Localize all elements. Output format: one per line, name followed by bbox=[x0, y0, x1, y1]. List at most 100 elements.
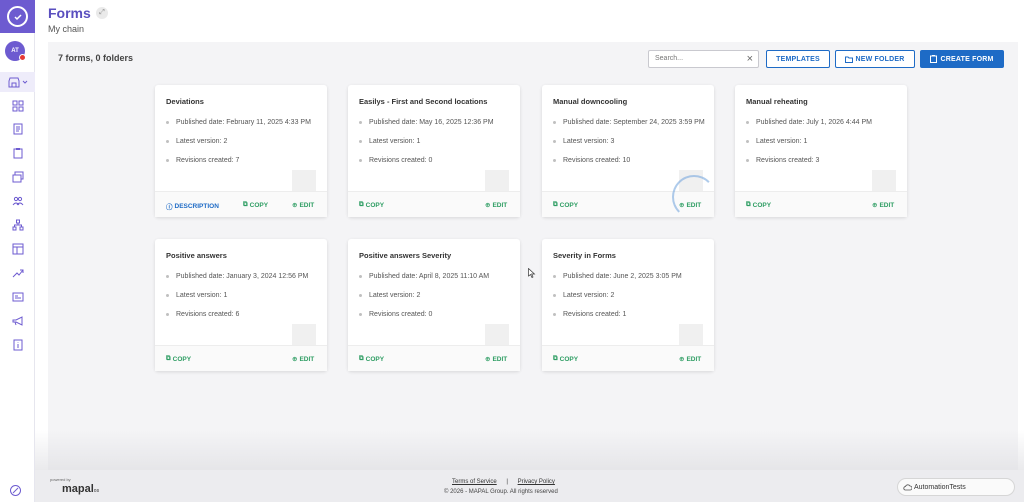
user-initials: AT bbox=[11, 48, 19, 54]
card-actions: ⧉ COPY ⊕ EDIT bbox=[542, 345, 714, 371]
table-report-icon bbox=[12, 243, 23, 255]
form-title: Positive answers Severity bbox=[359, 251, 452, 260]
create-form-button[interactable]: CREATE FORM bbox=[920, 50, 1004, 68]
copy-label: COPY bbox=[365, 355, 385, 363]
copy-icon: ⧉ bbox=[166, 355, 171, 362]
copy-icon: ⧉ bbox=[553, 355, 558, 362]
nav-cards[interactable] bbox=[0, 287, 35, 307]
edit-button[interactable]: ⊕ EDIT bbox=[485, 201, 508, 210]
footer-fade bbox=[35, 430, 1024, 470]
published-date: Published date: July 1, 2026 4:44 PM bbox=[746, 117, 901, 128]
mouse-cursor-icon bbox=[528, 268, 536, 278]
latest-version: Latest version: 1 bbox=[166, 290, 321, 301]
nav-info[interactable] bbox=[0, 335, 35, 355]
page-footer bbox=[35, 470, 1024, 502]
copy-button[interactable]: ⧉ COPY bbox=[359, 201, 384, 209]
edit-icon: ⊕ bbox=[292, 356, 298, 363]
brand-name: mapal bbox=[62, 483, 94, 495]
settings-icon[interactable] bbox=[9, 484, 22, 497]
description-button[interactable]: ⓘ DESCRIPTION bbox=[166, 201, 219, 212]
published-date: Published date: January 3, 2024 12:56 PM bbox=[166, 271, 321, 282]
copy-button[interactable]: ⧉ COPY bbox=[553, 201, 578, 209]
folder-icon bbox=[845, 56, 854, 63]
terms-link[interactable]: Terms of Service bbox=[452, 479, 497, 485]
copy-button[interactable]: ⧉ COPY bbox=[746, 201, 771, 209]
card-actions: ⧉ COPY ⊕ EDIT bbox=[348, 345, 520, 371]
card-actions: ⓘ DESCRIPTION ⧉ COPY ⊕ EDIT bbox=[155, 191, 327, 217]
form-card[interactable]: Easilys - First and Second locations Pub… bbox=[348, 85, 520, 217]
form-title: Deviations bbox=[166, 97, 204, 106]
cloud-icon bbox=[903, 484, 912, 491]
templates-button[interactable]: TEMPLATES bbox=[766, 50, 830, 68]
copy-label: COPY bbox=[559, 355, 579, 363]
powered-by-text: powered by bbox=[50, 477, 71, 482]
edit-label: EDIT bbox=[299, 201, 315, 209]
clear-search-icon[interactable]: × bbox=[747, 53, 753, 65]
card-actions: ⧉ COPY ⊕ EDIT bbox=[735, 191, 907, 217]
latest-version: Latest version: 1 bbox=[359, 136, 514, 147]
edit-button[interactable]: ⊕ EDIT bbox=[679, 355, 701, 364]
nav-analytics[interactable] bbox=[0, 263, 35, 283]
edit-label: EDIT bbox=[492, 201, 508, 209]
edit-button[interactable]: ⊕ EDIT bbox=[292, 355, 314, 364]
edit-label: EDIT bbox=[879, 201, 895, 209]
checklist-logo-icon bbox=[7, 6, 28, 27]
latest-version: Latest version: 1 bbox=[746, 136, 901, 147]
copy-button[interactable]: ⧉ COPY bbox=[166, 355, 191, 363]
form-title: Manual downcooling bbox=[553, 97, 628, 106]
edit-button[interactable]: ⊕ EDIT bbox=[485, 355, 508, 364]
nav-forms[interactable] bbox=[0, 167, 35, 187]
notification-dot bbox=[19, 54, 26, 61]
form-title: Manual reheating bbox=[746, 97, 808, 106]
latest-version: Latest version: 2 bbox=[166, 136, 321, 147]
edit-label: EDIT bbox=[492, 355, 508, 363]
search-input[interactable]: Search... × bbox=[648, 50, 759, 68]
copy-button[interactable]: ⧉ COPY bbox=[243, 201, 268, 209]
forms-count: 7 forms, 0 folders bbox=[58, 53, 134, 63]
nav-checklists[interactable] bbox=[0, 143, 35, 163]
mapal-logo[interactable]: mapalos bbox=[62, 483, 99, 495]
nav-hierarchy[interactable] bbox=[0, 215, 35, 235]
card-actions: ⧉ COPY ⊕ EDIT bbox=[348, 191, 520, 217]
edit-icon: ⊕ bbox=[872, 202, 878, 209]
megaphone-icon bbox=[12, 316, 22, 326]
latest-version: Latest version: 2 bbox=[359, 290, 514, 301]
edit-button[interactable]: ⊕ EDIT bbox=[292, 201, 315, 210]
copy-button[interactable]: ⧉ COPY bbox=[553, 355, 578, 363]
nav-rail: AT bbox=[0, 0, 35, 502]
edit-icon: ⊕ bbox=[679, 356, 685, 363]
nav-reports[interactable] bbox=[0, 239, 35, 259]
copy-icon: ⧉ bbox=[553, 201, 558, 208]
store-icon bbox=[8, 77, 19, 88]
create-form-label: CREATE FORM bbox=[940, 55, 994, 63]
form-card[interactable]: Deviations Published date: February 11, … bbox=[155, 85, 327, 217]
copy-icon: ⧉ bbox=[359, 355, 364, 362]
edit-button[interactable]: ⊕ EDIT bbox=[872, 201, 895, 210]
privacy-link[interactable]: Privacy Policy bbox=[518, 479, 555, 485]
copy-label: COPY bbox=[559, 201, 579, 209]
new-folder-button[interactable]: NEW FOLDER bbox=[835, 50, 915, 68]
latest-version: Latest version: 2 bbox=[553, 290, 708, 301]
chevron-down-icon bbox=[22, 80, 27, 84]
form-title: Positive answers bbox=[166, 251, 227, 260]
trend-icon bbox=[12, 269, 23, 278]
dashboard-icon bbox=[12, 100, 23, 112]
form-card[interactable]: Positive answers Severity Published date… bbox=[348, 239, 520, 371]
form-card[interactable]: Manual reheating Published date: July 1,… bbox=[735, 85, 907, 217]
footer-links: Terms of Service | Privacy Policy bbox=[452, 479, 555, 485]
page-subtitle: My chain bbox=[48, 24, 85, 34]
copy-button[interactable]: ⧉ COPY bbox=[359, 355, 384, 363]
user-avatar[interactable]: AT bbox=[5, 41, 26, 61]
nav-announcements[interactable] bbox=[0, 311, 35, 331]
account-switcher[interactable]: AutomationTests bbox=[897, 478, 1015, 496]
id-card-icon bbox=[12, 292, 23, 302]
nav-dashboard[interactable] bbox=[0, 96, 35, 116]
form-card[interactable]: Severity in Forms Published date: June 2… bbox=[542, 239, 714, 371]
nav-teams[interactable] bbox=[0, 191, 35, 211]
nav-documents[interactable] bbox=[0, 119, 35, 139]
edit-icon: ⊕ bbox=[485, 202, 491, 209]
form-card[interactable]: Positive answers Published date: January… bbox=[155, 239, 327, 371]
app-logo-button[interactable] bbox=[0, 0, 35, 33]
expand-icon[interactable]: ⤢ bbox=[96, 7, 108, 19]
nav-store-selector[interactable] bbox=[0, 72, 35, 92]
